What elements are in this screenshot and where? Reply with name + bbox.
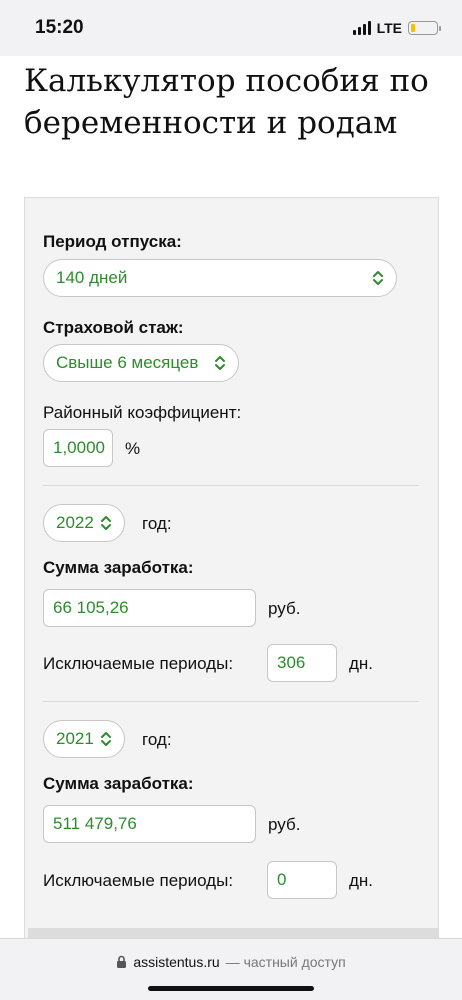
divider bbox=[43, 485, 419, 486]
network-type: LTE bbox=[376, 20, 402, 36]
divider bbox=[43, 701, 419, 702]
private-access-note: — частный доступ bbox=[225, 954, 346, 970]
calculator-form: Период отпуска: 140 дней Страховой стаж:… bbox=[24, 197, 439, 957]
year-value: 2021 bbox=[56, 729, 94, 748]
chevron-up-down-icon bbox=[373, 271, 383, 285]
battery-level bbox=[411, 24, 415, 32]
chevron-up-down-icon bbox=[101, 732, 111, 746]
year-value: 2022 bbox=[56, 513, 94, 532]
leave-period-select[interactable]: 140 дней bbox=[43, 259, 397, 297]
earnings-label: Сумма заработка: bbox=[43, 774, 194, 793]
year-select-2021[interactable]: 2021 bbox=[43, 720, 125, 758]
days-unit: дн. bbox=[349, 654, 374, 673]
insurance-value: Свыше 6 месяцев bbox=[56, 353, 199, 372]
excluded-periods-label: Исключаемые периоды: bbox=[43, 871, 234, 890]
chevron-up-down-icon bbox=[101, 516, 111, 530]
chevron-up-down-icon bbox=[215, 356, 225, 370]
percent-unit: % bbox=[125, 439, 141, 458]
lock-icon bbox=[117, 955, 127, 968]
url-line[interactable]: assistentus.ru — частный доступ bbox=[0, 954, 462, 970]
excluded-periods-input-2022[interactable]: 306 bbox=[267, 644, 337, 682]
status-indicators: LTE bbox=[352, 20, 441, 36]
leave-period-value: 140 дней bbox=[56, 268, 128, 287]
earnings-input-2021[interactable]: 511 479,76 bbox=[43, 805, 256, 843]
status-bar: 15:20 LTE bbox=[0, 0, 462, 56]
earnings-label: Сумма заработка: bbox=[43, 558, 194, 577]
browser-url-bar[interactable]: assistentus.ru — частный доступ bbox=[0, 938, 462, 1000]
year-unit: год: bbox=[142, 514, 172, 533]
cellular-signal-icon bbox=[352, 21, 371, 35]
leave-period-label: Период отпуска: bbox=[43, 232, 182, 251]
insurance-select[interactable]: Свыше 6 месяцев bbox=[43, 344, 239, 382]
excluded-periods-label: Исключаемые периоды: bbox=[43, 654, 234, 673]
next-section-edge bbox=[28, 928, 438, 938]
currency-unit: руб. bbox=[268, 815, 301, 834]
currency-unit: руб. bbox=[268, 599, 301, 618]
insurance-label: Страховой стаж: bbox=[43, 318, 184, 337]
battery-icon bbox=[408, 21, 441, 35]
earnings-input-2022[interactable]: 66 105,26 bbox=[43, 589, 256, 627]
url-domain: assistentus.ru bbox=[133, 954, 220, 970]
year-unit: год: bbox=[142, 730, 172, 749]
home-indicator[interactable] bbox=[148, 986, 314, 991]
regional-coef-label: Районный коэффициент: bbox=[43, 403, 242, 422]
regional-coef-input[interactable]: 1,0000 bbox=[43, 429, 113, 467]
excluded-periods-input-2021[interactable]: 0 bbox=[267, 861, 337, 899]
page-title: Калькулятор пособия по беременности и ро… bbox=[24, 63, 429, 141]
year-select-2022[interactable]: 2022 bbox=[43, 504, 125, 542]
status-time: 15:20 bbox=[35, 17, 84, 38]
days-unit: дн. bbox=[349, 871, 374, 890]
